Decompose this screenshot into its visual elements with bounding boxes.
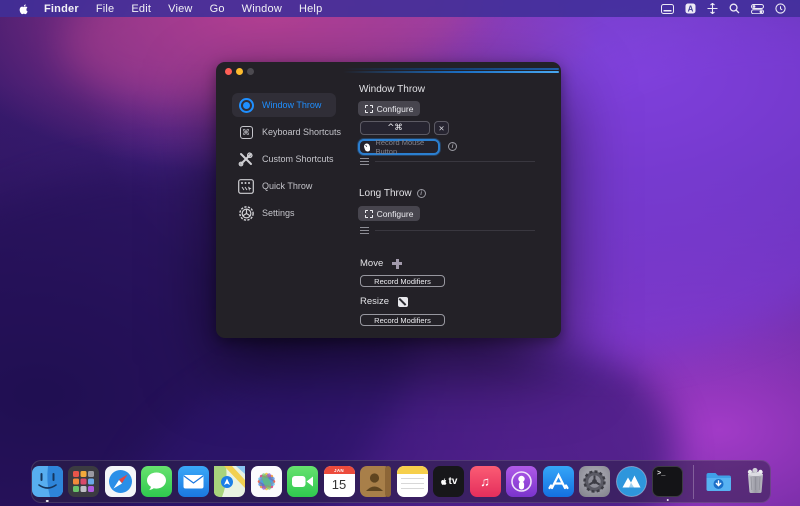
menu-item-help[interactable]: Help [299, 3, 322, 15]
dock-icon-messages[interactable] [141, 466, 172, 497]
running-indicator [666, 499, 669, 502]
long-throw-list-row [360, 227, 535, 234]
crosshair-icon[interactable] [707, 3, 718, 14]
tv-label: tv [449, 476, 458, 487]
dock-icon-calendar[interactable]: JAN 15 [324, 466, 355, 497]
drag-handle-icon[interactable] [360, 227, 369, 234]
mouse-icon [364, 142, 370, 153]
sidebar-item-quick-throw[interactable]: Quick Throw [232, 174, 336, 198]
dock-icon-trash[interactable] [740, 466, 771, 497]
divider [375, 161, 535, 162]
notes-header [397, 466, 428, 474]
window-throw-section-title: Window Throw [359, 84, 425, 95]
titlebar-accent-streak [343, 68, 559, 74]
move-record-modifiers-button[interactable]: Record Modifiers [360, 275, 445, 287]
long-throw-configure-button[interactable]: Configure [358, 206, 420, 221]
dock-icon-music[interactable]: ♫ [470, 466, 501, 497]
dock-icon-podcasts[interactable] [506, 466, 537, 497]
menu-item-finder[interactable]: Finder [44, 3, 79, 15]
sidebar-item-keyboard-shortcuts[interactable]: ⌘ Keyboard Shortcuts [232, 120, 336, 144]
menu-item-view[interactable]: View [168, 3, 192, 15]
long-throw-info-icon[interactable]: i [417, 189, 426, 198]
resize-record-modifiers-button[interactable]: Record Modifiers [360, 314, 445, 326]
dock-icon-mail[interactable] [178, 466, 209, 497]
dock-icon-contacts[interactable] [360, 466, 391, 497]
calendar-month: JAN [324, 466, 355, 474]
calendar-day: 15 [324, 474, 355, 495]
menu-item-edit[interactable]: Edit [131, 3, 151, 15]
dock-icon-terminal[interactable]: >_ [652, 466, 683, 497]
spotlight-icon[interactable] [729, 3, 740, 14]
dock-icon-photos[interactable] [251, 466, 282, 497]
tools-icon [237, 150, 255, 168]
window-throw-icon [237, 96, 255, 114]
dock-icon-window-throw-app[interactable] [616, 466, 647, 497]
close-button[interactable] [225, 68, 232, 75]
dock-icon-system-preferences[interactable] [579, 466, 610, 497]
dock-icon-notes[interactable] [397, 466, 428, 497]
menu-item-file[interactable]: File [96, 3, 115, 15]
menu-item-go[interactable]: Go [210, 3, 225, 15]
dock-separator [693, 465, 694, 499]
zoom-button[interactable] [247, 68, 254, 75]
dock-icon-tv[interactable]: tv [433, 466, 464, 497]
move-label: Move [360, 258, 402, 269]
apple-menu-icon[interactable] [18, 3, 30, 15]
dock-icon-safari[interactable] [105, 466, 136, 497]
move-icon [392, 259, 402, 269]
terminal-prompt: >_ [657, 470, 665, 478]
dock-icon-launchpad[interactable] [68, 466, 99, 497]
dock-icon-app-store[interactable] [543, 466, 574, 497]
menu-item-window[interactable]: Window [242, 3, 282, 15]
selection-grid-icon [365, 105, 373, 113]
input-source-icon[interactable]: A [685, 3, 696, 14]
sidebar-item-settings[interactable]: Settings [232, 201, 336, 225]
record-mouse-info-icon[interactable]: i [448, 142, 457, 151]
minimize-button[interactable] [236, 68, 243, 75]
window-throw-shortcut-field[interactable]: ^⌘ [360, 121, 430, 135]
dock-icon-maps[interactable] [214, 466, 245, 497]
clock-icon[interactable] [775, 3, 786, 14]
gear-icon [237, 204, 255, 222]
dock-icon-finder[interactable] [32, 466, 63, 497]
clear-shortcut-button[interactable]: ✕ [434, 121, 449, 135]
window-throw-app-window: Window Throw ⌘ Keyboard Shortcuts Custom… [216, 62, 561, 338]
window-throw-configure-button[interactable]: Configure [358, 101, 420, 116]
control-center-icon[interactable] [751, 4, 764, 14]
dock-icon-facetime[interactable] [287, 466, 318, 497]
resize-icon [398, 297, 408, 307]
sidebar-item-window-throw[interactable]: Window Throw [232, 93, 336, 117]
dock-icon-downloads[interactable] [703, 466, 734, 497]
drag-handle-icon[interactable] [360, 158, 369, 165]
dock: JAN 15 tv ♫ >_ [31, 460, 771, 503]
resize-label: Resize [360, 296, 408, 307]
window-controls [225, 68, 254, 75]
sidebar-item-custom-shortcuts[interactable]: Custom Shortcuts [232, 147, 336, 171]
record-mouse-button-field[interactable]: Record Mouse Button [358, 139, 440, 155]
window-throw-list-row [360, 158, 535, 165]
divider [375, 230, 535, 231]
music-note-icon: ♫ [480, 474, 490, 489]
long-throw-section-title: Long Throw i [359, 188, 426, 199]
svg-text:A: A [688, 4, 694, 13]
selection-grid-icon [365, 210, 373, 218]
running-indicator [46, 500, 49, 503]
keyboard-shortcuts-icon: ⌘ [237, 123, 255, 141]
sidebar: Window Throw ⌘ Keyboard Shortcuts Custom… [232, 93, 336, 225]
display-icon[interactable] [661, 4, 674, 14]
quick-throw-icon [237, 177, 255, 195]
menu-bar: Finder File Edit View Go Window Help A [0, 0, 800, 17]
